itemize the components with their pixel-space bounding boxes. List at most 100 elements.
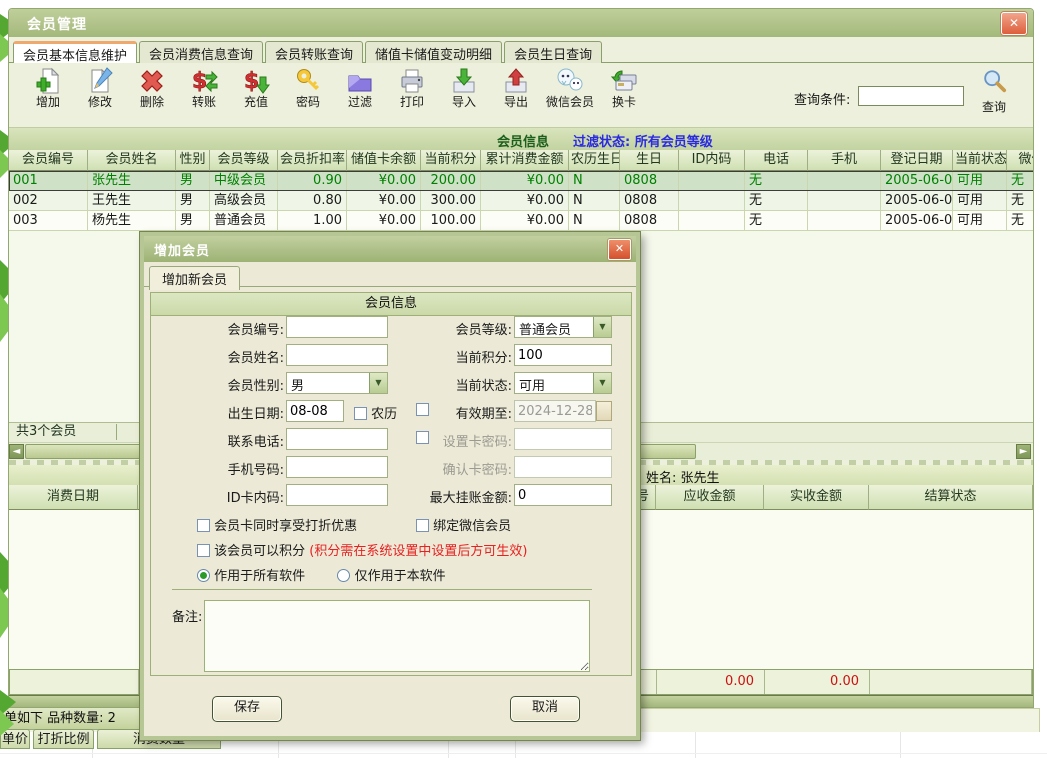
save-button[interactable]: 保存 <box>212 696 282 722</box>
member-row-002[interactable]: 002 王先生 男 高级会员 0.80 ¥0.00 300.00 ¥0.00 N… <box>9 191 1034 211</box>
current-points-field[interactable] <box>514 344 612 366</box>
import-icon <box>450 67 478 95</box>
member-count: 共3个会员 <box>11 424 117 440</box>
col-settle-status: 结算状态 <box>869 485 1033 510</box>
member-row-001[interactable]: 001 张先生 男 中级会员 0.90 ¥0.00 200.00 ¥0.00 N… <box>9 171 1034 191</box>
divider <box>172 589 592 590</box>
selected-member-name: 姓名: 张先生 <box>646 467 720 486</box>
current-status-combo[interactable]: 可用 ▼ <box>514 372 612 394</box>
total-receivable: 0.00 <box>657 670 765 694</box>
radio-all-software[interactable] <box>197 569 210 582</box>
tab-add-new-member[interactable]: 增加新会员 <box>149 266 240 290</box>
note-textarea[interactable] <box>204 600 590 672</box>
member-info-band: 会员信息 过滤状态: 所有会员等级 <box>9 128 1033 150</box>
change-card-button[interactable]: 换卡 <box>599 67 649 109</box>
col-current-status: 当前状态 <box>953 150 1007 171</box>
note-label: 备注: <box>172 606 202 625</box>
export-button[interactable]: 导出 <box>491 67 541 109</box>
discount-check-group: 会员卡同时享受打折优惠 <box>197 515 357 534</box>
dialog-title: 增加会员 <box>154 240 210 259</box>
member-name-label: 会员姓名: <box>172 347 284 366</box>
recharge-icon: $ <box>242 67 270 95</box>
add-member-dialog: 增加会员 ✕ 增加新会员 会员信息 会员编号: 会员等级: 普通会员 ▼ 会员姓… <box>140 232 640 740</box>
col-register-date: 登记日期 <box>881 150 953 171</box>
col-card-balance: 储值卡余额 <box>347 150 421 171</box>
add-button[interactable]: 增加 <box>23 67 73 109</box>
birth-date-label: 出生日期: <box>172 403 284 422</box>
dialog-close-button[interactable]: ✕ <box>608 239 631 260</box>
query-condition-label: 查询条件: <box>794 89 850 108</box>
query-condition-input[interactable] <box>858 86 964 106</box>
printer-icon <box>398 67 426 95</box>
column-header-discount-rate: 打折比例 <box>33 729 94 749</box>
total-received: 0.00 <box>765 670 870 694</box>
confirm-card-password-field[interactable] <box>514 456 612 478</box>
svg-text:$: $ <box>192 69 207 94</box>
col-received: 实收金额 <box>764 485 869 510</box>
col-id-code: ID内码 <box>679 150 745 171</box>
svg-text:$: $ <box>244 69 259 94</box>
chevron-down-icon[interactable]: ▼ <box>593 317 611 337</box>
col-total-consumption: 累计消费金额 <box>481 150 569 171</box>
col-lunar-birthday: 农历生日 <box>569 150 620 171</box>
max-credit-label: 最大挂账金额: <box>372 487 512 506</box>
change-card-icon <box>610 67 638 95</box>
recharge-button[interactable]: $ 充值 <box>231 67 281 109</box>
dialog-titlebar: 增加会员 ✕ <box>144 236 636 262</box>
search-icon <box>981 68 1007 94</box>
dialog-tabstrip: 增加新会员 <box>144 262 636 287</box>
filter-folder-icon <box>346 67 374 95</box>
window-close-button[interactable]: ✕ <box>1001 12 1027 35</box>
gender-label: 会员性别: <box>172 375 284 394</box>
points-check-group: 该会员可以积分 (积分需在系统设置中设置后方可生效) <box>197 540 527 559</box>
wechat-icon <box>556 67 584 95</box>
password-button[interactable]: 密码 <box>283 67 333 109</box>
col-discount-rate: 会员折扣率 <box>278 150 347 171</box>
import-button[interactable]: 导入 <box>439 67 489 109</box>
edit-button[interactable]: 修改 <box>75 67 125 109</box>
lunar-checkbox[interactable] <box>354 407 367 420</box>
set-card-password-field[interactable] <box>514 428 612 450</box>
print-button[interactable]: 打印 <box>387 67 437 109</box>
bind-wechat-checkbox[interactable] <box>416 519 429 532</box>
set-card-password-label: 设置卡密码: <box>372 431 512 450</box>
col-birthday: 生日 <box>620 150 679 171</box>
main-tabstrip: 会员基本信息维护会员消费信息查询会员转账查询储值卡储值变动明细会员生日查询 <box>9 37 1033 63</box>
filter-status-text: 过滤状态: 所有会员等级 <box>573 131 713 150</box>
desktop: 清单如下 品种数量: 2 单价 打折比例 消费数量 会员管理 ✕ 会员基本信息维… <box>0 0 1047 758</box>
search-button[interactable]: 查询 <box>972 68 1016 115</box>
transfer-icon: $ <box>190 67 218 95</box>
delete-icon <box>138 67 166 95</box>
transfer-button[interactable]: $ 转账 <box>179 67 229 109</box>
id-card-code-label: ID卡内码: <box>172 487 284 506</box>
filter-button[interactable]: 过滤 <box>335 67 385 109</box>
groupbox-title: 会员信息 <box>151 293 631 316</box>
col-consume-date: 消费日期 <box>9 485 138 510</box>
cancel-button[interactable]: 取消 <box>510 696 580 722</box>
member-table-header: 会员编号 会员姓名 性别 会员等级 会员折扣率 储值卡余额 当前积分 累计消费金… <box>9 150 1034 171</box>
col-mobile: 手机 <box>808 150 881 171</box>
scroll-right-arrow[interactable]: ► <box>1016 444 1031 459</box>
scroll-left-arrow[interactable]: ◄ <box>9 444 24 459</box>
max-credit-field[interactable] <box>514 484 612 506</box>
valid-until-label: 有效期至: <box>372 403 512 422</box>
wechat-member-button[interactable]: 微信会员 <box>543 67 597 109</box>
col-receivable: 应收金额 <box>656 485 764 510</box>
calendar-button[interactable] <box>596 401 612 421</box>
radio-this-software[interactable] <box>337 569 350 582</box>
chevron-down-icon[interactable]: ▼ <box>593 373 611 393</box>
col-member-name: 会员姓名 <box>88 150 176 171</box>
mobile-label: 手机号码: <box>172 459 284 478</box>
bind-wechat-check-group: 绑定微信会员 <box>416 515 511 534</box>
delete-button[interactable]: 删除 <box>127 67 177 109</box>
birth-date-field[interactable] <box>286 400 344 422</box>
discount-checkbox[interactable] <box>197 519 210 532</box>
member-id-label: 会员编号: <box>172 319 284 338</box>
points-hint: (积分需在系统设置中设置后方可生效) <box>309 544 527 559</box>
points-checkbox[interactable] <box>197 544 210 557</box>
col-wechat: 微信 <box>1007 150 1034 171</box>
col-member-level: 会员等级 <box>210 150 278 171</box>
valid-until-field[interactable] <box>514 400 596 422</box>
member-level-combo[interactable]: 普通会员 ▼ <box>514 316 612 338</box>
member-row-003[interactable]: 003 杨先生 男 普通会员 1.00 ¥0.00 100.00 ¥0.00 N… <box>9 211 1034 231</box>
